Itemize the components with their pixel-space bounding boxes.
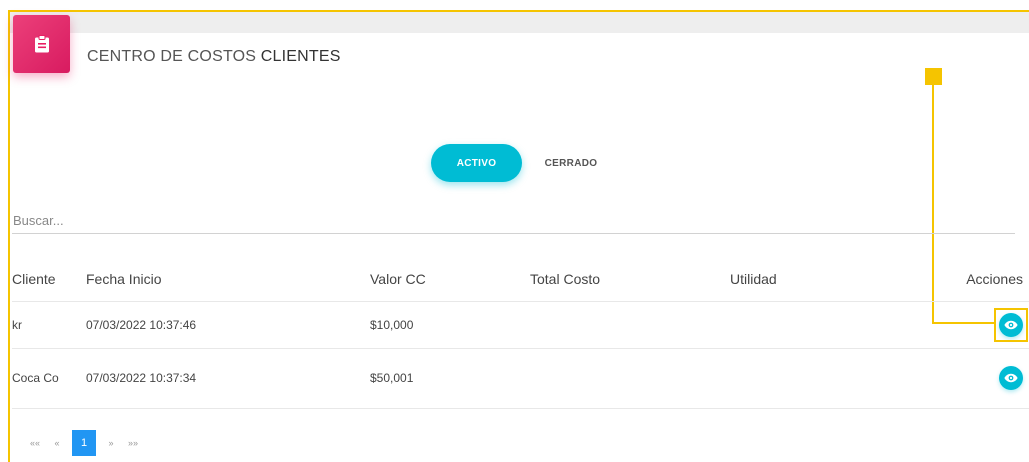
page-prev-button[interactable]: « — [46, 430, 68, 456]
page-current-button[interactable]: 1 — [72, 430, 96, 456]
cell-valor-cc: $50,001 — [370, 348, 530, 409]
cell-cliente: kr — [12, 301, 86, 349]
page-last-button[interactable]: »» — [122, 430, 144, 456]
cell-cliente: Coca Co — [12, 348, 86, 409]
cell-valor-cc: $10,000 — [370, 301, 530, 349]
page-title-prefix: CENTRO DE COSTOS — [87, 48, 261, 65]
column-header-utilidad[interactable]: Utilidad — [730, 257, 930, 302]
column-header-cliente[interactable]: Cliente — [12, 257, 86, 302]
table-row: kr 07/03/2022 10:37:46 $10,000 — [12, 301, 1029, 349]
view-button[interactable] — [999, 366, 1023, 390]
callout-highlight-box — [994, 308, 1028, 342]
callout-marker — [925, 68, 942, 85]
column-header-valor-cc[interactable]: Valor CC — [370, 257, 530, 302]
tab-activo[interactable]: ACTIVO — [431, 144, 522, 182]
cell-utilidad — [730, 348, 930, 409]
cell-acciones — [930, 348, 1029, 409]
eye-icon — [1004, 373, 1018, 383]
page-title: CENTRO DE COSTOS CLIENTES — [87, 48, 341, 66]
card-header-icon — [13, 15, 70, 73]
page-next-button[interactable]: » — [100, 430, 122, 456]
table-row: Coca Co 07/03/2022 10:37:34 $50,001 — [12, 348, 1029, 409]
search-input[interactable] — [12, 208, 1015, 234]
cell-fecha-inicio: 07/03/2022 10:37:46 — [86, 301, 370, 349]
page-first-button[interactable]: «« — [24, 430, 46, 456]
column-header-total-costo[interactable]: Total Costo — [530, 257, 730, 302]
column-header-fecha-inicio[interactable]: Fecha Inicio — [86, 257, 370, 302]
tab-cerrado[interactable]: CERRADO — [533, 144, 609, 182]
cell-utilidad — [730, 301, 930, 349]
pagination: «« « 1 » »» — [24, 430, 144, 456]
cell-total-costo — [530, 348, 730, 409]
cell-fecha-inicio: 07/03/2022 10:37:34 — [86, 348, 370, 409]
cost-centers-table: Cliente Fecha Inicio Valor CC Total Cost… — [12, 257, 1029, 409]
table-header-row: Cliente Fecha Inicio Valor CC Total Cost… — [12, 257, 1029, 302]
clipboard-icon — [34, 35, 49, 53]
cell-total-costo — [530, 301, 730, 349]
column-header-acciones: Acciones — [930, 257, 1029, 302]
page-title-strong: CLIENTES — [260, 48, 341, 65]
